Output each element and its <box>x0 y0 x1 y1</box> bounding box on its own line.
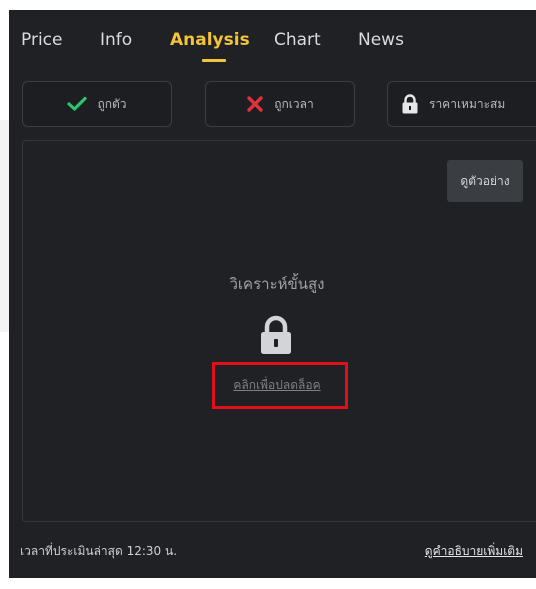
tag-fair-price[interactable]: ราคาเหมาะสม <box>387 81 536 127</box>
tag-correct-time[interactable]: ถูกเวลา <box>205 81 355 127</box>
unlock-link[interactable]: คลิกเพื่อปลดล็อค <box>207 376 347 395</box>
tag-correct-stock[interactable]: ถูกตัว <box>22 81 172 127</box>
tag-fair-price-label: ราคาเหมาะสม <box>429 96 506 111</box>
tab-bar: Price Info Analysis Chart News <box>9 10 536 72</box>
x-icon <box>246 95 264 113</box>
lock-icon <box>401 94 419 114</box>
more-info-link[interactable]: ดูคำอธิบายเพิ่มเติม <box>425 542 523 561</box>
tab-price[interactable]: Price <box>21 30 62 50</box>
tag-correct-stock-label: ถูกตัว <box>97 96 127 111</box>
advanced-analysis-title: วิเคราะห์ขั้นสูง <box>229 275 325 293</box>
last-evaluation-time: เวลาที่ประเมินล่าสุด 12:30 น. <box>20 544 178 558</box>
tab-chart[interactable]: Chart <box>274 30 321 50</box>
active-tab-indicator <box>202 59 226 62</box>
view-example-button[interactable]: ดูตัวอย่าง <box>447 160 523 202</box>
tab-news[interactable]: News <box>358 30 404 50</box>
tab-info[interactable]: Info <box>100 30 132 50</box>
check-icon <box>67 96 88 112</box>
tab-analysis[interactable]: Analysis <box>170 30 250 50</box>
analysis-widget: Price Info Analysis Chart News ถูกตัว ถู… <box>9 10 536 578</box>
tag-correct-time-label: ถูกเวลา <box>274 96 314 111</box>
lock-icon <box>258 315 294 359</box>
